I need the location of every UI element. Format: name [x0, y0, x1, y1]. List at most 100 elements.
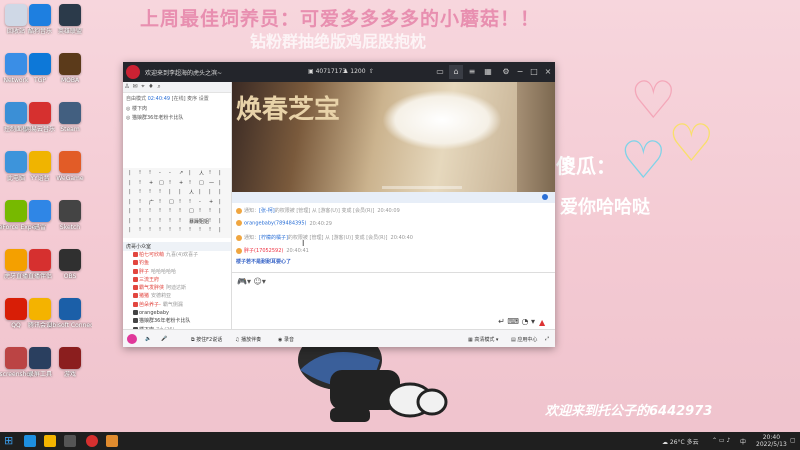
seat-grid-cell[interactable]: !: [159, 218, 161, 224]
chat-name[interactable]: orangebaby(789484395): [244, 221, 307, 227]
member-row[interactable]: 猪猪 安德莉亚: [123, 292, 231, 300]
mode-link-queue[interactable]: 麦序: [187, 96, 197, 102]
chat-name[interactable]: [张-柯]: [259, 208, 275, 214]
list-icon[interactable]: ≡: [465, 65, 479, 79]
seat-grid-cell[interactable]: |: [199, 189, 201, 195]
seat-grid-cell[interactable]: !: [179, 218, 181, 224]
chat-name[interactable]: 胖子(17052592): [244, 248, 283, 254]
grid-icon[interactable]: ▦: [481, 65, 495, 79]
seat-grid-cell[interactable]: |: [219, 170, 221, 176]
seat-grid-cell[interactable]: -: [169, 170, 171, 176]
banner-pager[interactable]: [382, 186, 462, 189]
seat-grid-cell[interactable]: |: [219, 199, 221, 205]
speaker-icon[interactable]: 🔈: [145, 336, 151, 342]
seat-grid-cell[interactable]: !: [149, 227, 151, 233]
member-row[interactable]: 芭朵养子- 霸气侧漏: [123, 301, 231, 309]
seat-grid-cell[interactable]: !: [179, 227, 181, 233]
seat-grid-cell[interactable]: |: [129, 199, 131, 205]
desktop-icon[interactable]: Steam: [48, 102, 92, 134]
seat-grid-cell[interactable]: !: [169, 180, 171, 186]
ptt-button[interactable]: ⧉ 按住F2说话: [191, 336, 222, 343]
seat-grid-cell[interactable]: 人: [189, 189, 194, 196]
search-icon[interactable]: ⌕: [155, 82, 163, 92]
seat-grid-cell[interactable]: |: [219, 218, 221, 224]
weather[interactable]: ☁ 26°C 多云: [662, 437, 699, 446]
member-row[interactable]: 钓鱼: [123, 259, 231, 267]
taskbar-music-icon[interactable]: [86, 435, 98, 447]
seat-grid-cell[interactable]: !: [159, 189, 161, 195]
seat-grid-cell[interactable]: □: [169, 199, 174, 205]
seat-grid-cell[interactable]: |: [129, 227, 131, 233]
seat-grid-cell[interactable]: |: [219, 180, 221, 186]
channel-item[interactable]: ◎ 楼下肉: [123, 104, 231, 113]
seat-grid-cell[interactable]: !: [169, 208, 171, 214]
seat-grid-cell[interactable]: !: [139, 218, 141, 224]
member-row[interactable]: 三流王府: [123, 276, 231, 284]
seat-grid-cell[interactable]: !: [209, 170, 211, 176]
member-row[interactable]: 柏七可欣萌 九喜(4)欢喜子: [123, 251, 231, 259]
seat-grid-cell[interactable]: +: [179, 180, 183, 186]
minimize-icon[interactable]: −: [513, 65, 527, 79]
desktop-icon[interactable]: 英雄联盟: [48, 4, 92, 36]
taskbar-yy-icon[interactable]: [106, 435, 118, 447]
seat-grid-cell[interactable]: |: [219, 208, 221, 214]
home-icon[interactable]: ⌂: [449, 65, 463, 79]
message-icon[interactable]: ✉: [131, 82, 139, 92]
seat-grid-cell[interactable]: !: [199, 227, 201, 233]
seat-grid-cell[interactable]: 人: [199, 170, 204, 177]
taskbar-app-icon[interactable]: [44, 435, 56, 447]
seat-grid-cell[interactable]: |: [179, 189, 181, 195]
clock[interactable]: 20:40 2022/5/13: [756, 434, 787, 448]
maximize-icon[interactable]: □: [527, 65, 541, 79]
seat-grid-cell[interactable]: !: [179, 208, 181, 214]
seat-grid-cell[interactable]: |: [129, 208, 131, 214]
seat-grid-cell[interactable]: !: [209, 218, 211, 224]
seat-grid-cell[interactable]: !: [169, 218, 171, 224]
flag-icon[interactable]: ▲: [539, 318, 547, 327]
member-row[interactable]: orangebaby: [123, 309, 231, 317]
seat-grid-cell[interactable]: !: [139, 227, 141, 233]
settings-icon[interactable]: ⚙: [499, 65, 513, 79]
seat-grid-cell[interactable]: !: [139, 170, 141, 176]
ime-indicator[interactable]: 中: [740, 437, 746, 446]
seat-grid-cell[interactable]: !: [189, 227, 191, 233]
voice-chat-window[interactable]: 欢迎来到李超海的虎头之滨~ ▣ 40717173 ♟ 1200 ⇧ ▭ ⌂ ≡ …: [123, 62, 555, 347]
seat-grid-cell[interactable]: !: [209, 208, 211, 214]
seat-grid-cell[interactable]: !: [149, 208, 151, 214]
seat-grid-cell[interactable]: |: [219, 227, 221, 233]
seat-grid-cell[interactable]: !: [179, 199, 181, 205]
seat-grid-cell[interactable]: !: [199, 218, 201, 224]
seat-grid-cell[interactable]: !: [139, 189, 141, 195]
seat-grid-cell[interactable]: !: [139, 208, 141, 214]
seat-grid-cell[interactable]: !: [149, 189, 151, 195]
seat-grid-cell[interactable]: !: [159, 208, 161, 214]
seat-grid-cell[interactable]: |: [129, 170, 131, 176]
mode-link-online[interactable]: [在线]: [172, 96, 186, 102]
record-button[interactable]: ◉ 录音: [278, 336, 294, 343]
desktop-icon[interactable]: WeGame: [48, 151, 92, 183]
seat-grid-cell[interactable]: -: [199, 199, 201, 205]
notification-icon[interactable]: ▢: [790, 437, 796, 444]
promo-banner[interactable]: 焕春芝宝: [232, 82, 555, 192]
chat-name[interactable]: [柠檬的橘子]: [259, 235, 288, 241]
seat-grid-cell[interactable]: □: [199, 180, 204, 186]
seat-grid-cell[interactable]: 一: [209, 180, 214, 187]
chat-input-area[interactable]: 🎮▾ ☺▾ ↵ ⌨ ◔ ▾ ▲: [232, 272, 555, 330]
tray-icons[interactable]: ⌃ ▭ ♪: [712, 437, 730, 444]
close-icon[interactable]: ×: [541, 65, 555, 79]
gamepad-icon[interactable]: 🎮▾: [237, 277, 251, 286]
seat-grid-cell[interactable]: +: [209, 199, 213, 205]
seat-grid-cell[interactable]: !: [159, 199, 161, 205]
seat-grid-cell[interactable]: +: [149, 180, 153, 186]
desktop-icon[interactable]: Sketch: [48, 200, 92, 232]
user-icon[interactable]: ♙: [123, 82, 131, 92]
mic-settings-icon[interactable]: 🎤: [161, 336, 167, 342]
desktop-icon[interactable]: Ubisoft Connect: [48, 298, 92, 330]
member-row[interactable]: 猫娘群36年老粉卡比队: [123, 317, 231, 325]
seat-grid-cell[interactable]: !: [209, 227, 211, 233]
seat-grid-cell[interactable]: □: [159, 180, 164, 186]
channel-item[interactable]: ◎ 猫娘群36年老粉卡比队: [123, 113, 231, 122]
seat-grid-cell[interactable]: |: [129, 218, 131, 224]
music-button[interactable]: ♫ 播放伴奏: [235, 336, 261, 343]
seat-grid-cell[interactable]: 广: [149, 199, 154, 206]
